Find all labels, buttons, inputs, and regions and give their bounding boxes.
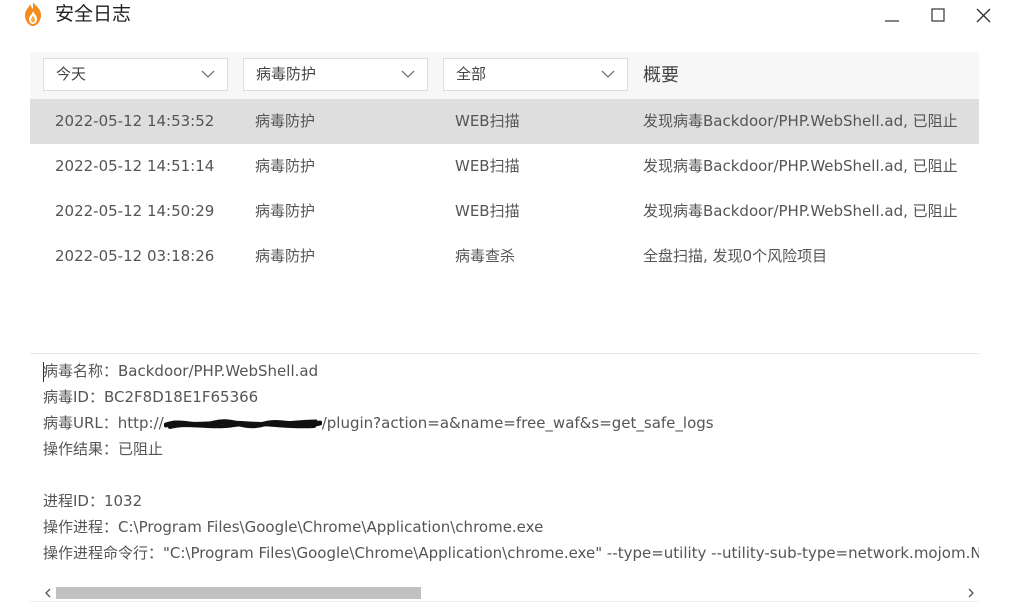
detail-process-id: 进程ID：1032	[43, 492, 143, 510]
log-type: 病毒防护	[255, 202, 316, 220]
log-details-panel[interactable]: 病毒名称：Backdoor/PHP.WebShell.ad 病毒ID：BC2F8…	[43, 358, 979, 578]
log-time: 2022-05-12 03:18:26	[55, 247, 215, 265]
detail-virus-url: 病毒URL：http:// /plugin?action=a&name=free…	[43, 410, 979, 436]
date-filter-dropdown[interactable]: 今天	[43, 58, 228, 91]
log-row[interactable]: 2022-05-12 14:51:14 病毒防护 WEB扫描 发现病毒Backd…	[30, 144, 979, 189]
summary-column-header: 概要	[643, 65, 679, 86]
log-summary: 发现病毒Backdoor/PHP.WebShell.ad, 已阻止	[643, 157, 958, 175]
log-action: WEB扫描	[455, 157, 520, 175]
redaction-scribble	[163, 418, 322, 429]
close-icon	[976, 8, 990, 22]
log-type: 病毒防护	[255, 247, 316, 265]
log-time: 2022-05-12 14:53:52	[55, 112, 215, 130]
log-row[interactable]: 2022-05-12 03:18:26 病毒防护 病毒查杀 全盘扫描, 发现0个…	[30, 234, 979, 279]
chevron-down-icon	[601, 70, 615, 78]
log-row[interactable]: 2022-05-12 14:50:29 病毒防护 WEB扫描 发现病毒Backd…	[30, 189, 979, 234]
log-summary: 发现病毒Backdoor/PHP.WebShell.ad, 已阻止	[643, 202, 958, 220]
scrollbar-thumb[interactable]	[56, 587, 421, 599]
log-summary: 全盘扫描, 发现0个风险项目	[643, 247, 828, 265]
maximize-button[interactable]	[915, 0, 961, 30]
date-filter-value: 今天	[56, 65, 87, 83]
maximize-icon	[931, 8, 945, 22]
detail-spacer	[43, 462, 979, 488]
detail-virus-name: 病毒名称：Backdoor/PHP.WebShell.ad	[43, 362, 319, 380]
virus-url-prefix: 病毒URL：http://	[43, 414, 164, 432]
action-filter-dropdown[interactable]: 全部	[443, 58, 628, 91]
filter-header: 今天 病毒防护 全部 概要	[30, 52, 979, 99]
window-title: 安全日志	[55, 3, 132, 25]
scroll-right-icon[interactable]	[967, 588, 975, 598]
chevron-down-icon	[401, 70, 415, 78]
log-action: WEB扫描	[455, 202, 520, 220]
log-time: 2022-05-12 14:51:14	[55, 157, 215, 175]
category-filter-value: 病毒防护	[256, 65, 317, 83]
minimize-button[interactable]	[869, 0, 915, 30]
log-list: 2022-05-12 14:53:52 病毒防护 WEB扫描 发现病毒Backd…	[30, 99, 979, 279]
log-action: WEB扫描	[455, 112, 520, 130]
detail-virus-id: 病毒ID：BC2F8D18E1F65366	[43, 388, 259, 406]
minimize-icon	[885, 20, 899, 22]
log-type: 病毒防护	[255, 157, 316, 175]
detail-process: 操作进程：C:\Program Files\Google\Chrome\Appl…	[43, 518, 544, 536]
chevron-down-icon	[201, 70, 215, 78]
detail-result: 操作结果：已阻止	[43, 440, 164, 458]
detail-process-cmd: 操作进程命令行："C:\Program Files\Google\Chrome\…	[43, 544, 979, 562]
category-filter-dropdown[interactable]: 病毒防护	[243, 58, 428, 91]
action-filter-value: 全部	[456, 65, 487, 83]
text-cursor	[43, 362, 44, 382]
virus-url-suffix: /plugin?action=a&name=free_waf&s=get_saf…	[321, 414, 714, 432]
log-summary: 发现病毒Backdoor/PHP.WebShell.ad, 已阻止	[643, 112, 958, 130]
horizontal-scrollbar[interactable]	[30, 582, 979, 602]
flame-shield-icon	[25, 2, 41, 26]
log-row[interactable]: 2022-05-12 14:53:52 病毒防护 WEB扫描 发现病毒Backd…	[30, 99, 979, 144]
details-divider	[30, 353, 979, 354]
close-button[interactable]	[960, 0, 1006, 30]
log-action: 病毒查杀	[455, 247, 516, 265]
title-bar: 安全日志	[0, 0, 1018, 34]
security-log-window: 安全日志 今天 病毒防护 全部 概要 2022-05-12 14:53:52 病…	[0, 0, 1018, 609]
log-time: 2022-05-12 14:50:29	[55, 202, 215, 220]
scroll-left-icon[interactable]	[44, 588, 52, 598]
bottom-border	[30, 601, 979, 602]
log-type: 病毒防护	[255, 112, 316, 130]
